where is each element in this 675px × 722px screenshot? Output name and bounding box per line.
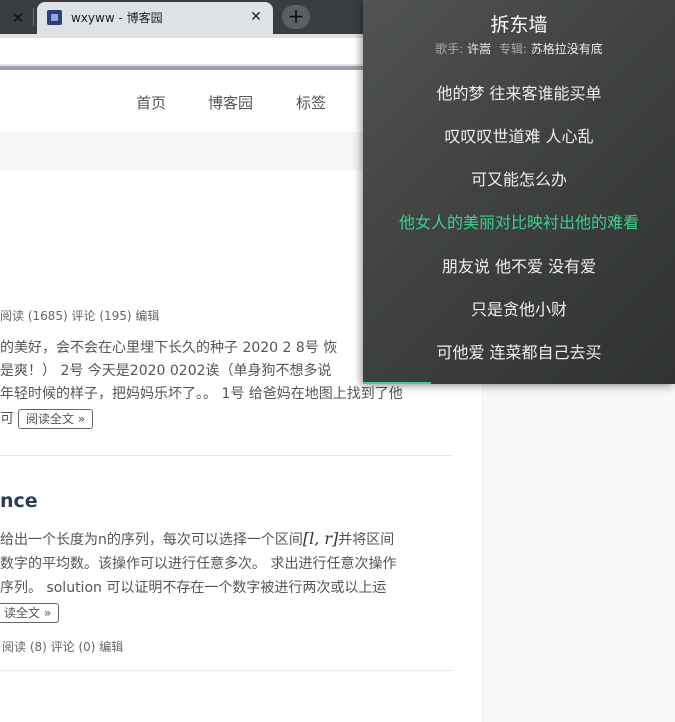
post-desc-line: 给出一个长度为n的序列，每次可以选择一个区间[l, r]并将区间 (0, 527, 394, 552)
post-desc-line: 是爽！） 2号 今天是2020 0202诶（单身狗不想多说 (0, 363, 332, 379)
tab-title: wxyww - 博客园 (71, 11, 163, 25)
favicon-icon (47, 10, 62, 25)
singer-label: 歌手: (435, 42, 464, 56)
lyrics-panel[interactable]: 拆东墙 歌手: 许嵩 专辑: 苏格拉没有底 他的梦 往来客谁能买单 叹叹叹世道难… (363, 0, 675, 384)
math-interval: [l, r] (302, 529, 339, 548)
post-title[interactable]: nce (0, 490, 38, 512)
lyric-line: 可又能怎么办 (470, 170, 567, 189)
song-title: 拆东墙 (490, 14, 548, 36)
post-desc-text: 给出一个长度为n的序列，每次可以选择一个区间 (0, 532, 303, 548)
lyrics-progress-bar (363, 382, 431, 384)
post-desc-tail: 读全文 » (0, 601, 60, 625)
read-more-button[interactable]: 阅读全文 » (18, 409, 94, 429)
lyric-line: 朋友说 他不爱 没有爱 (441, 257, 597, 276)
singer-name: 许嵩 (467, 42, 492, 56)
post-desc-line: 数字的平均数。该操作可以进行任意多次。 求出进行任意次操作 (0, 556, 397, 572)
lyric-line: 只是贪他小财 (470, 300, 567, 319)
read-more-button[interactable]: 读全文 » (0, 603, 60, 623)
post-desc-tail-text: 可 (0, 411, 14, 427)
post-desc-text: 并将区间 (338, 532, 395, 548)
post-meta: 阅读 (8) 评论 (0) 编辑 (2, 640, 124, 654)
new-tab-button[interactable]: + (282, 5, 310, 29)
lyric-line: 可他爱 连菜都自己去买 (436, 343, 602, 362)
close-icon[interactable]: ✕ (8, 8, 28, 28)
lyric-line-current: 他女人的美丽对比映衬出他的难看 (398, 213, 639, 232)
nav-item-home[interactable]: 首页 (136, 92, 166, 113)
tab-separator (33, 8, 34, 26)
post-meta: 阅读 (1685) 评论 (195) 编辑 (0, 309, 160, 323)
song-meta: 歌手: 许嵩 专辑: 苏格拉没有底 (363, 40, 675, 57)
lyric-line: 他的梦 往来客谁能买单 (436, 84, 602, 103)
nav-item-cnblogs[interactable]: 博客园 (208, 92, 253, 113)
post-divider (0, 670, 452, 671)
post-desc-line: 的美好，会不会在心里埋下长久的种子 2020 2 8号 恢 (0, 340, 338, 356)
post-desc-tail: 可阅读全文 » (0, 407, 94, 431)
lyric-line: 叹叹叹世道难 人心乱 (444, 127, 594, 146)
post-desc-line: 年轻时候的样子，把妈妈乐坏了。。 1号 给爸妈在地图上找到了他 (0, 386, 403, 402)
album-name: 苏格拉没有底 (530, 42, 603, 56)
tab-close-icon[interactable]: ✕ (247, 8, 265, 26)
album-label: 专辑: (498, 42, 527, 56)
nav-item-tags[interactable]: 标签 (296, 92, 326, 113)
post-divider (0, 455, 452, 456)
post-desc-line: 序列。 solution 可以证明不存在一个数字被进行两次或以上运 (0, 580, 387, 596)
browser-tab-active[interactable]: wxyww - 博客园 ✕ (37, 2, 273, 34)
